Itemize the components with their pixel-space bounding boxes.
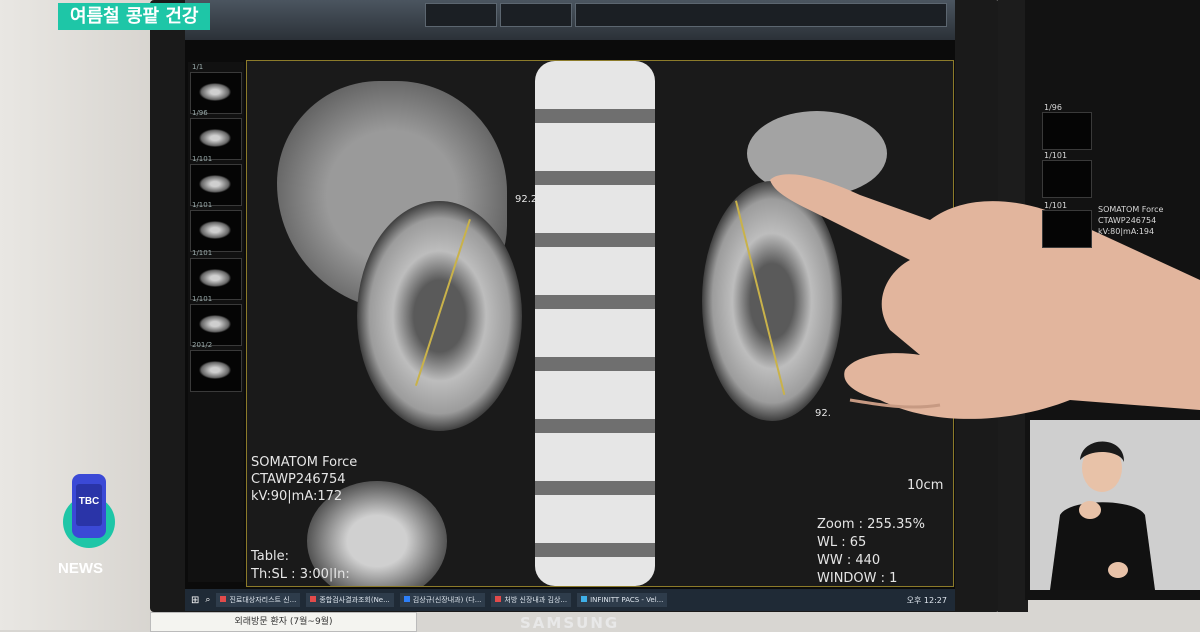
app-icon (581, 596, 588, 602)
series-thumbnail-image (199, 175, 231, 193)
right-scanner-params: kV:80|mA:194 (1098, 227, 1155, 236)
sign-language-interpreter (1030, 420, 1200, 590)
broadcaster-news-label: NEWS (58, 560, 103, 577)
taskbar-clock: 오후 12:27 (906, 595, 947, 605)
series-thumbnail-image (199, 83, 231, 101)
right-series-label: 1/101 (1044, 201, 1068, 210)
windows-taskbar: ⊞ ⌕ 진료대상자리스트 신... 종합검사결과조회(Ne... 김상규(신장내과)… (185, 589, 955, 611)
taskbar-app-label: 진료대상자리스트 신... (229, 596, 297, 604)
taskbar-app[interactable]: 처방 신장내과 김상... (491, 593, 572, 607)
series-thumbnail-label: 1/101 (192, 295, 213, 303)
right-scanner-model: SOMATOM Force (1098, 205, 1164, 214)
app-icon (495, 596, 502, 602)
right-series-thumbnail[interactable]: 1/96 (1042, 103, 1092, 150)
taskbar-app-label: 종합검사결과조회(Ne... (319, 596, 390, 604)
taskbar-app[interactable]: 진료대상자리스트 신... (216, 593, 301, 607)
right-series-thumbnail[interactable]: 1/101 (1042, 151, 1092, 198)
news-headline: 여름철 콩팥 건강 (58, 3, 211, 30)
series-thumbnail[interactable]: 1/1 (190, 63, 242, 114)
monitor-brand: SAMSUNG (520, 614, 620, 632)
series-thumbnail[interactable]: 1/101 (190, 295, 242, 346)
series-thumbnail[interactable]: 1/101 (190, 201, 242, 252)
right-scanner-id: CTAWP246754 (1098, 216, 1157, 225)
windows-start-icon[interactable]: ⊞ (191, 595, 199, 606)
app-icon (310, 596, 317, 602)
series-thumbnail-image (199, 315, 231, 333)
taskbar-app-label: 김상규(신장내과) (다... (412, 596, 482, 604)
wall-notice: 외래방문 환자 (7월~9월) (150, 612, 417, 632)
svg-text:TBC: TBC (79, 496, 100, 507)
series-thumbnail-label: 1/101 (192, 155, 213, 163)
series-thumbnail-label: 1/101 (192, 201, 213, 209)
window-preset-readout: WINDOW : 1 (817, 571, 898, 586)
window-level-readout: WL : 65 (817, 535, 867, 550)
series-thumbnail[interactable]: 1/96 (190, 109, 242, 160)
taskbar-app-label: INFINITT PACS - Vel... (590, 596, 664, 604)
table-label: Table: (251, 549, 289, 564)
toolbar-panel (575, 3, 947, 27)
taskbar-app[interactable]: 종합검사결과조회(Ne... (306, 593, 394, 607)
right-series-label: 1/101 (1044, 151, 1068, 160)
app-icon (220, 596, 227, 602)
scanner-id: CTAWP246754 (251, 472, 346, 487)
series-thumbnail-label: 1/96 (192, 109, 208, 117)
spine-region (535, 61, 655, 586)
series-thumbnail-label: 1/101 (192, 249, 213, 257)
series-thumbnail-label: 201/2 (192, 341, 213, 349)
taskbar-app-label: 처방 신장내과 김상... (504, 596, 568, 604)
series-thumbnail-image (199, 129, 231, 147)
zoom-readout: Zoom : 255.35% (817, 517, 925, 532)
slice-thickness: Th:SL : 3:00|In: (251, 567, 350, 582)
window-width-readout: WW : 440 (817, 553, 881, 568)
taskbar-app[interactable]: 김상규(신장내과) (다... (399, 593, 486, 607)
scale-label: 10cm (907, 478, 944, 493)
app-icon (403, 596, 410, 602)
series-thumbnail[interactable]: 1/101 (190, 249, 242, 300)
pointing-hand (770, 174, 1200, 419)
broadcaster-logo: TBC (63, 474, 115, 548)
series-thumbnail[interactable]: 201/2 (190, 341, 242, 392)
measure-label-left: 92.21 (515, 194, 544, 205)
toolbar-tab[interactable] (425, 3, 497, 27)
scanner-model: SOMATOM Force (251, 455, 358, 470)
right-series-label: 1/96 (1044, 103, 1062, 112)
taskbar-app[interactable]: INFINITT PACS - Vel... (577, 593, 668, 607)
pacs-toolbar (185, 0, 955, 40)
series-thumbnail-label: 1/1 (192, 63, 204, 71)
toolbar-tab[interactable] (500, 3, 572, 27)
right-series-thumbnail[interactable]: 1/101 (1042, 201, 1092, 248)
scanner-params: kV:90|mA:172 (251, 489, 343, 504)
series-thumbnail-image (199, 221, 231, 239)
series-thumbnail[interactable]: 1/101 (190, 155, 242, 206)
search-icon[interactable]: ⌕ (205, 595, 210, 605)
series-thumbnail-image (199, 361, 231, 379)
series-thumbnail-image (199, 269, 231, 287)
